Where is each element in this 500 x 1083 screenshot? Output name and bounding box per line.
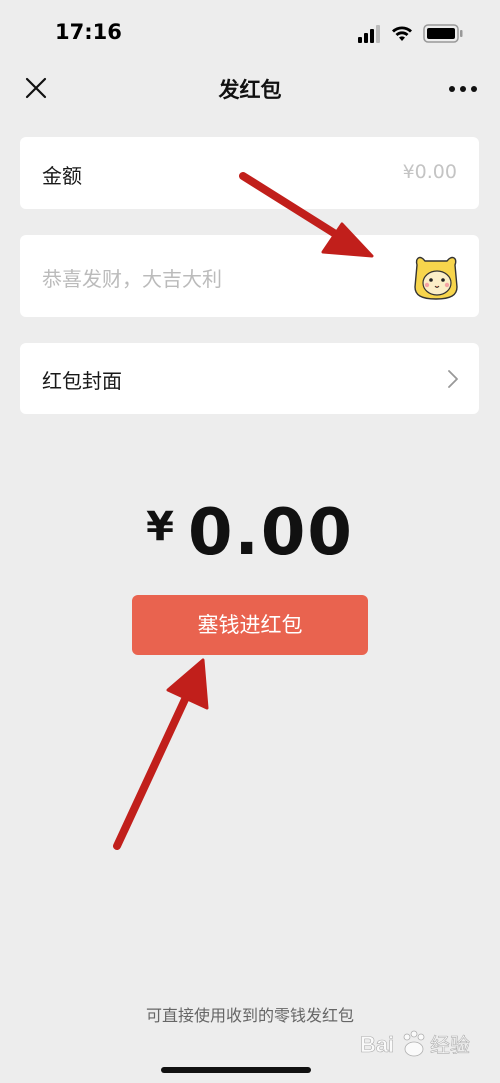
status-time: 17:16 [55, 20, 122, 44]
battery-icon [423, 24, 463, 43]
arrow-to-button [113, 658, 209, 850]
total-value: 0.00 [187, 496, 354, 570]
emoji-sticker-icon[interactable] [411, 253, 461, 301]
svg-text:经验: 经验 [430, 1033, 470, 1057]
status-bar: 17:16 [0, 0, 500, 66]
amount-field[interactable]: 金额 ¥0.00 [20, 137, 479, 209]
greeting-input[interactable]: 恭喜发财，大吉大利 [42, 263, 222, 292]
total-currency: ¥ [146, 504, 174, 550]
chevron-right-icon [448, 370, 458, 388]
amount-label: 金额 [42, 164, 82, 188]
status-icons [358, 24, 463, 43]
wifi-icon [392, 26, 412, 41]
total-amount: ¥0.00 [0, 496, 500, 576]
greeting-field[interactable]: 恭喜发财，大吉大利 [20, 235, 479, 317]
footer-note: 可直接使用收到的零钱发红包 [145, 1006, 354, 1025]
more-icon[interactable] [448, 84, 478, 94]
submit-button[interactable]: 塞钱进红包 [132, 595, 368, 655]
home-indicator [161, 1067, 311, 1073]
page-title: 发红包 [218, 78, 282, 102]
signal-icon [358, 25, 380, 43]
amount-input[interactable]: ¥0.00 [403, 161, 457, 183]
cover-label: 红包封面 [42, 369, 122, 393]
nav-bar: 发红包 [0, 66, 500, 112]
svg-text:Bai: Bai [360, 1032, 394, 1057]
cover-row[interactable]: 红包封面 [20, 343, 479, 414]
baidu-jingyan-watermark: Bai 经验 [360, 1030, 470, 1057]
